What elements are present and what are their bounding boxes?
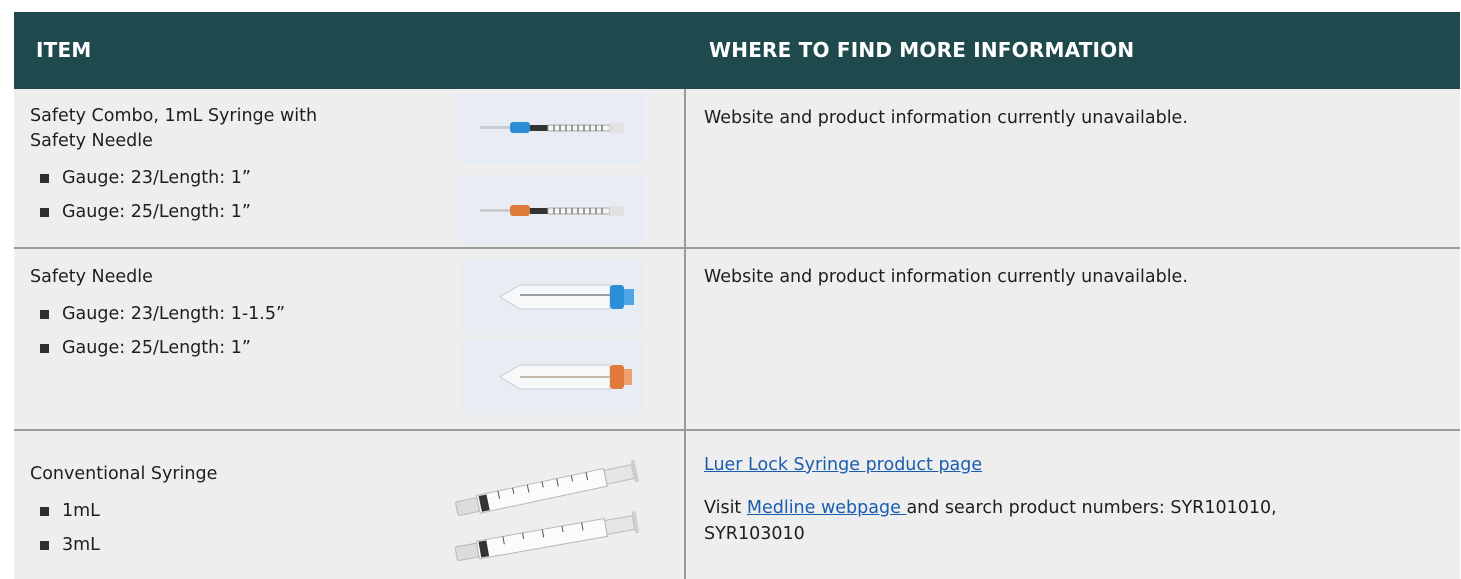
table-row: Safety Combo, 1mL Syringe with Safety Ne… bbox=[14, 89, 1460, 247]
bullet-square-icon bbox=[40, 344, 49, 353]
list-item: 1mL bbox=[40, 499, 217, 533]
list-item: Gauge: 23/Length: 1” bbox=[40, 166, 317, 200]
info-cell: Website and product information currentl… bbox=[704, 108, 1188, 128]
syringe-blue-photo bbox=[458, 94, 645, 164]
list-item: Gauge: 25/Length: 1” bbox=[40, 336, 285, 370]
item-title: Safety Combo, 1mL Syringe with bbox=[30, 106, 318, 126]
info-cell: Website and product information currentl… bbox=[704, 267, 1188, 287]
syringe-orange-photo bbox=[458, 175, 645, 245]
item-title-cont: Safety Needle bbox=[30, 131, 153, 151]
search-text: and search product numbers: SYR101010, bbox=[906, 498, 1277, 518]
bullet-square-icon bbox=[40, 541, 49, 550]
info-cell: Luer Lock Syringe product page Visit Med… bbox=[704, 452, 1277, 547]
list-item: Gauge: 23/Length: 1-1.5” bbox=[40, 302, 285, 336]
bullet-square-icon bbox=[40, 174, 49, 183]
conventional-syringe-photo bbox=[439, 451, 654, 569]
spec-list: Gauge: 23/Length: 1-1.5” Gauge: 25/Lengt… bbox=[30, 302, 285, 370]
luer-lock-link[interactable]: Luer Lock Syringe product page bbox=[704, 455, 982, 475]
bullet-square-icon bbox=[40, 208, 49, 217]
safety-needle-blue-photo bbox=[460, 259, 644, 335]
item-title: Safety Needle bbox=[30, 267, 153, 287]
table-header: ITEM WHERE TO FIND MORE INFORMATION bbox=[14, 12, 1460, 89]
header-info: WHERE TO FIND MORE INFORMATION bbox=[709, 38, 1135, 62]
list-item: 3mL bbox=[40, 533, 217, 567]
bullet-square-icon bbox=[40, 310, 49, 319]
product-table: ITEM WHERE TO FIND MORE INFORMATION Safe… bbox=[14, 12, 1460, 579]
item-cell: Safety Combo, 1mL Syringe with Safety Ne… bbox=[30, 104, 317, 234]
spec-list: 1mL 3mL bbox=[30, 499, 217, 567]
item-cell: Safety Needle Gauge: 23/Length: 1-1.5” G… bbox=[30, 265, 285, 370]
medline-link[interactable]: Medline webpage bbox=[747, 498, 907, 518]
bullet-square-icon bbox=[40, 507, 49, 516]
item-title: Conventional Syringe bbox=[30, 464, 218, 484]
header-item: ITEM bbox=[36, 38, 92, 62]
table-row: Conventional Syringe 1mL 3mL Luer Lock S… bbox=[14, 431, 1460, 579]
table-row: Safety Needle Gauge: 23/Length: 1-1.5” G… bbox=[14, 249, 1460, 429]
spec-list: Gauge: 23/Length: 1” Gauge: 25/Length: 1… bbox=[30, 166, 317, 234]
list-item: Gauge: 25/Length: 1” bbox=[40, 200, 317, 234]
visit-text: Visit bbox=[704, 498, 747, 518]
product-numbers-cont: SYR103010 bbox=[704, 524, 805, 544]
safety-needle-orange-photo bbox=[460, 339, 644, 415]
item-cell: Conventional Syringe 1mL 3mL bbox=[30, 462, 217, 567]
